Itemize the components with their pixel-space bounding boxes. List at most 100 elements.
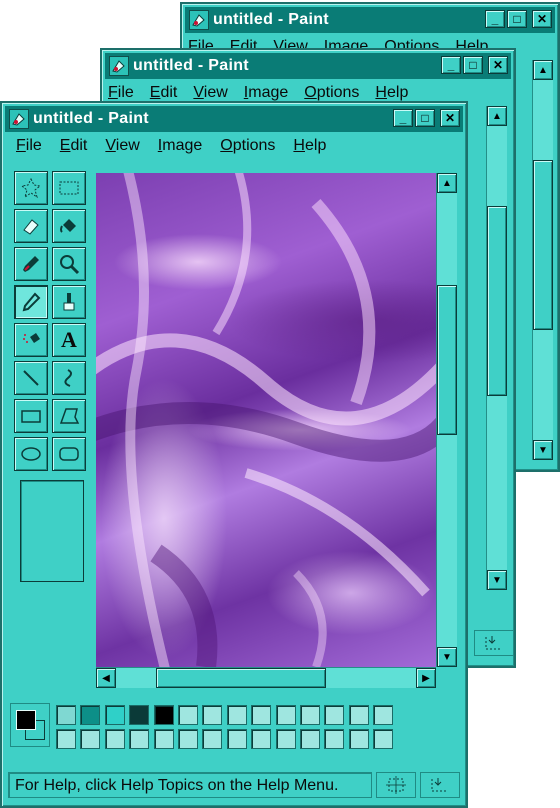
menu-edit[interactable]: Edit [150, 84, 178, 102]
menu-help[interactable]: Help [293, 137, 326, 155]
scroll-down-button[interactable]: ▼ [533, 440, 553, 460]
scroll-thumb[interactable] [533, 160, 553, 330]
palette-swatch[interactable] [226, 705, 247, 725]
palette-swatch[interactable] [275, 705, 296, 725]
cursor-position-icon [386, 776, 406, 794]
title-bar[interactable]: untitled - Paint _ □ ✕ [185, 7, 555, 33]
palette-swatch[interactable] [129, 705, 150, 725]
tool-brush[interactable] [52, 285, 86, 319]
paint-app-icon[interactable] [9, 109, 29, 129]
tool-text[interactable]: A [52, 323, 86, 357]
tool-select[interactable] [52, 171, 86, 205]
palette-swatch[interactable] [202, 705, 223, 725]
tool-line[interactable] [14, 361, 48, 395]
vertical-scrollbar[interactable]: ▲ ▼ [436, 173, 457, 667]
tool-polygon[interactable] [52, 399, 86, 433]
drawing-canvas[interactable] [96, 173, 436, 667]
scroll-up-button[interactable]: ▲ [487, 106, 507, 126]
menu-file[interactable]: File [108, 84, 134, 102]
close-button[interactable]: ✕ [532, 10, 552, 28]
tool-magnifier[interactable] [52, 247, 86, 281]
palette-swatch[interactable] [56, 729, 76, 749]
window-title: untitled - Paint [213, 11, 329, 28]
paint-app-icon[interactable] [189, 10, 209, 30]
line-icon [23, 370, 39, 386]
vertical-scrollbar[interactable]: ▲ ▼ [486, 106, 507, 590]
close-button[interactable]: ✕ [440, 109, 460, 127]
menu-view[interactable]: View [105, 137, 139, 155]
current-colors[interactable] [10, 703, 50, 747]
palette-swatch[interactable] [373, 705, 394, 725]
eraser-icon [23, 219, 39, 235]
menu-options[interactable]: Options [220, 137, 275, 155]
minimize-button[interactable]: _ [393, 109, 413, 127]
menu-view[interactable]: View [193, 84, 227, 102]
tool-curve[interactable] [52, 361, 86, 395]
palette-swatch[interactable] [80, 729, 101, 749]
title-bar[interactable]: untitled - Paint _ □ ✕ [5, 106, 463, 132]
palette-swatch[interactable] [56, 705, 76, 725]
palette-swatch[interactable] [251, 729, 272, 749]
tool-eraser[interactable] [14, 209, 48, 243]
tool-rounded-rectangle[interactable] [52, 437, 86, 471]
scroll-right-button[interactable]: ▶ [416, 668, 436, 688]
palette-swatch[interactable] [300, 729, 320, 749]
palette-swatch[interactable] [324, 705, 345, 725]
title-bar[interactable]: untitled - Paint _ □ ✕ [105, 53, 511, 79]
palette-swatch[interactable] [153, 705, 174, 725]
menu-file[interactable]: File [16, 137, 42, 155]
menu-image[interactable]: Image [244, 84, 288, 102]
menu-help[interactable]: Help [375, 84, 408, 102]
palette-swatch[interactable] [178, 729, 198, 749]
paint-app-icon[interactable] [109, 56, 129, 76]
scroll-left-button[interactable]: ◀ [96, 668, 116, 688]
scroll-down-button[interactable]: ▼ [437, 647, 457, 667]
palette-swatch[interactable] [153, 729, 174, 749]
palette-swatch[interactable] [178, 705, 198, 725]
palette-swatch[interactable] [104, 705, 125, 725]
status-bar: For Help, click Help Topics on the Help … [8, 770, 460, 800]
scroll-thumb[interactable] [487, 206, 507, 396]
palette-swatch[interactable] [300, 705, 320, 725]
tool-pencil[interactable] [14, 285, 48, 319]
palette-swatch[interactable] [226, 729, 247, 749]
vertical-scrollbar[interactable]: ▲ ▼ [532, 60, 553, 460]
rect-select-icon [59, 181, 79, 195]
palette-swatch[interactable] [104, 729, 125, 749]
scroll-thumb[interactable] [437, 285, 457, 435]
palette-swatch[interactable] [251, 705, 272, 725]
tool-pick-color[interactable] [14, 247, 48, 281]
scroll-up-button[interactable]: ▲ [437, 173, 457, 193]
palette-swatch[interactable] [129, 729, 150, 749]
minimize-button[interactable]: _ [441, 56, 461, 74]
rounded-rect-icon [59, 447, 79, 461]
palette-swatch[interactable] [202, 729, 223, 749]
eyedropper-icon [23, 256, 39, 272]
palette-swatch[interactable] [80, 705, 101, 725]
scroll-down-button[interactable]: ▼ [487, 570, 507, 590]
tool-options-box[interactable] [20, 480, 84, 582]
maximize-button[interactable]: □ [415, 109, 435, 127]
polygon-icon [59, 408, 80, 424]
palette-swatch[interactable] [275, 729, 296, 749]
scroll-up-button[interactable]: ▲ [533, 60, 553, 80]
tool-rectangle[interactable] [14, 399, 48, 433]
tool-ellipse[interactable] [14, 437, 48, 471]
tool-airbrush[interactable] [14, 323, 48, 357]
horizontal-scrollbar[interactable]: ◀ ▶ [96, 667, 436, 688]
menu-image[interactable]: Image [158, 137, 202, 155]
tool-fill-with-color[interactable] [52, 209, 86, 243]
h-scroll-thumb[interactable] [156, 668, 326, 688]
menu-edit[interactable]: Edit [60, 137, 88, 155]
maximize-button[interactable]: □ [463, 56, 483, 74]
maximize-button[interactable]: □ [507, 10, 527, 28]
tool-free-form-select[interactable] [14, 171, 48, 205]
palette-swatch[interactable] [348, 705, 369, 725]
minimize-button[interactable]: _ [485, 10, 505, 28]
menu-options[interactable]: Options [304, 84, 359, 102]
color-palette [10, 703, 470, 753]
palette-swatch[interactable] [324, 729, 345, 749]
palette-swatch[interactable] [373, 729, 394, 749]
palette-swatch[interactable] [348, 729, 369, 749]
close-button[interactable]: ✕ [488, 56, 508, 74]
